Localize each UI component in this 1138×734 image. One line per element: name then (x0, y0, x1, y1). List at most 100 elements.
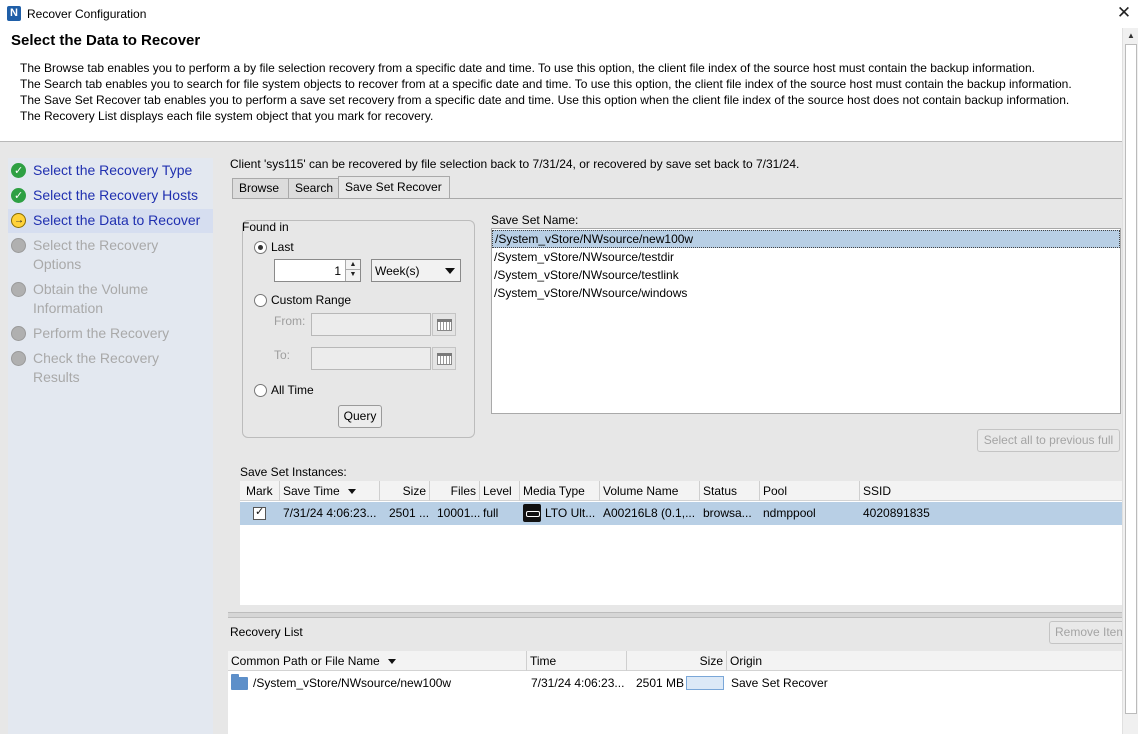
calendar-icon (437, 319, 452, 331)
from-date-field[interactable] (311, 313, 431, 336)
column-files[interactable]: Files (430, 481, 480, 501)
cell-origin: Save Set Recover (731, 676, 828, 690)
column-save-time[interactable]: Save Time (280, 481, 380, 501)
step-volume-information: Obtain the Volume Information (8, 280, 213, 320)
cell-size: 2501 ... (389, 506, 430, 520)
column-volume-name[interactable]: Volume Name (600, 481, 700, 501)
cell-media-type: LTO Ult... (545, 506, 596, 520)
save-set-instances-table: Mark Save Time Size Files Level Media Ty… (240, 481, 1122, 605)
step-label: Perform the Recovery (33, 325, 170, 341)
description-line-browse: The Browse tab enables you to perform a … (20, 61, 1035, 75)
select-all-previous-full-button[interactable]: Select all to previous full (977, 429, 1120, 452)
step-check-results: Check the Recovery Results (8, 349, 213, 389)
list-item[interactable]: /System_vStore/NWsource/testlink (492, 266, 1120, 284)
from-calendar-button[interactable] (432, 313, 456, 336)
step-label: Select the Recovery Type (33, 162, 193, 178)
step-label: Select the Recovery Options (33, 237, 159, 272)
sort-down-icon (347, 489, 356, 495)
list-item[interactable]: /System_vStore/NWsource/testdir (492, 248, 1120, 266)
step-data-to-recover[interactable]: Select the Data to Recover (8, 209, 213, 233)
table-header: Common Path or File Name Time Size Origi… (228, 651, 1122, 671)
check-icon (11, 162, 26, 181)
cell-save-time: 7/31/24 4:06:23... (283, 506, 377, 520)
remove-item-button[interactable]: Remove Item (1049, 621, 1122, 644)
cell-files: 10001... (437, 506, 481, 520)
client-recovery-message: Client 'sys115' can be recovered by file… (230, 157, 800, 171)
calendar-icon (437, 353, 452, 365)
last-count-value: 1 (334, 264, 341, 278)
tab-search[interactable]: Search (288, 178, 339, 198)
description-line-recovery-list: The Recovery List displays each file sys… (20, 109, 434, 123)
step-label: Select the Recovery Hosts (33, 187, 198, 203)
wizard-steps: Select the Recovery Type Select the Reco… (8, 158, 213, 734)
save-set-name-list[interactable]: /System_vStore/NWsource/new100w /System_… (491, 228, 1121, 414)
cell-pool: ndmppool (763, 506, 816, 520)
cell-level: full (483, 506, 499, 520)
networker-logo-icon: N (7, 6, 21, 21)
all-time-radio[interactable] (254, 384, 267, 397)
stepper-arrows[interactable]: ▲ ▼ (345, 260, 360, 281)
cell-time: 7/31/24 4:06:23... (531, 676, 625, 690)
to-date-field[interactable] (311, 347, 431, 370)
to-label: To: (274, 348, 291, 362)
mark-checkbox[interactable] (253, 505, 266, 520)
table-row[interactable]: /System_vStore/NWsource/new100w 7/31/24 … (228, 672, 1122, 694)
window-title: Recover Configuration (27, 7, 147, 21)
custom-range-radio[interactable] (254, 294, 267, 307)
column-media-type[interactable]: Media Type (520, 481, 600, 501)
last-radio[interactable] (254, 241, 267, 254)
column-path[interactable]: Common Path or File Name (228, 651, 527, 671)
table-row[interactable]: 7/31/24 4:06:23... 2501 ... 10001... ful… (240, 502, 1122, 525)
sort-down-icon (387, 659, 396, 665)
splitter-handle[interactable] (228, 612, 1122, 618)
pending-circle-icon (11, 238, 26, 253)
description-line-search: The Search tab enables you to search for… (20, 77, 1072, 91)
tab-save-set-recover[interactable]: Save Set Recover (338, 176, 450, 198)
found-in-legend: Found in (242, 220, 289, 234)
column-label: Save Time (283, 484, 340, 498)
save-set-name-label: Save Set Name: (491, 213, 579, 227)
step-recovery-hosts[interactable]: Select the Recovery Hosts (8, 186, 213, 208)
title-bar: N Recover Configuration ✕ (0, 0, 1138, 28)
column-pool[interactable]: Pool (760, 481, 860, 501)
cell-volume-name: A00216L8 (0.1,... (603, 506, 696, 520)
column-label: Common Path or File Name (231, 654, 380, 668)
period-unit-select[interactable]: Week(s) (371, 259, 461, 282)
query-button[interactable]: Query (338, 405, 382, 428)
period-unit-value: Week(s) (375, 264, 420, 278)
column-ssid[interactable]: SSID (860, 481, 1122, 501)
pending-circle-icon (11, 282, 26, 297)
step-label: Check the Recovery Results (33, 350, 160, 385)
column-status[interactable]: Status (700, 481, 760, 501)
cell-path: /System_vStore/NWsource/new100w (253, 676, 452, 690)
stepper-down-icon[interactable]: ▼ (346, 270, 360, 280)
table-header: Mark Save Time Size Files Level Media Ty… (240, 481, 1122, 501)
tape-icon (523, 504, 541, 522)
close-icon[interactable]: ✕ (1112, 2, 1136, 24)
pending-circle-icon (11, 351, 26, 366)
step-label: Select the Data to Recover (33, 212, 201, 228)
list-item[interactable]: /System_vStore/NWsource/windows (492, 284, 1120, 302)
pending-circle-icon (11, 326, 26, 341)
step-recovery-type[interactable]: Select the Recovery Type (8, 161, 213, 183)
cell-ssid: 4020891835 (863, 506, 930, 520)
arrow-right-icon (11, 211, 26, 230)
to-calendar-button[interactable] (432, 347, 456, 370)
recovery-list-label: Recovery List (230, 625, 303, 639)
column-time[interactable]: Time (527, 651, 627, 671)
step-label: Obtain the Volume Information (33, 281, 149, 316)
from-label: From: (274, 314, 306, 328)
column-mark[interactable]: Mark (240, 481, 280, 501)
tab-browse[interactable]: Browse (232, 178, 289, 198)
last-count-stepper[interactable]: 1 ▲ ▼ (274, 259, 361, 282)
column-origin[interactable]: Origin (727, 651, 1122, 671)
last-label: Last (271, 240, 294, 254)
column-size[interactable]: Size (380, 481, 430, 501)
cell-status: browsa... (703, 506, 752, 520)
column-level[interactable]: Level (480, 481, 520, 501)
list-item[interactable]: /System_vStore/NWsource/new100w (492, 230, 1120, 248)
recovery-list-table: Common Path or File Name Time Size Origi… (228, 651, 1122, 734)
stepper-up-icon[interactable]: ▲ (346, 260, 360, 270)
size-cell-highlight (686, 676, 724, 690)
column-size[interactable]: Size (627, 651, 727, 671)
